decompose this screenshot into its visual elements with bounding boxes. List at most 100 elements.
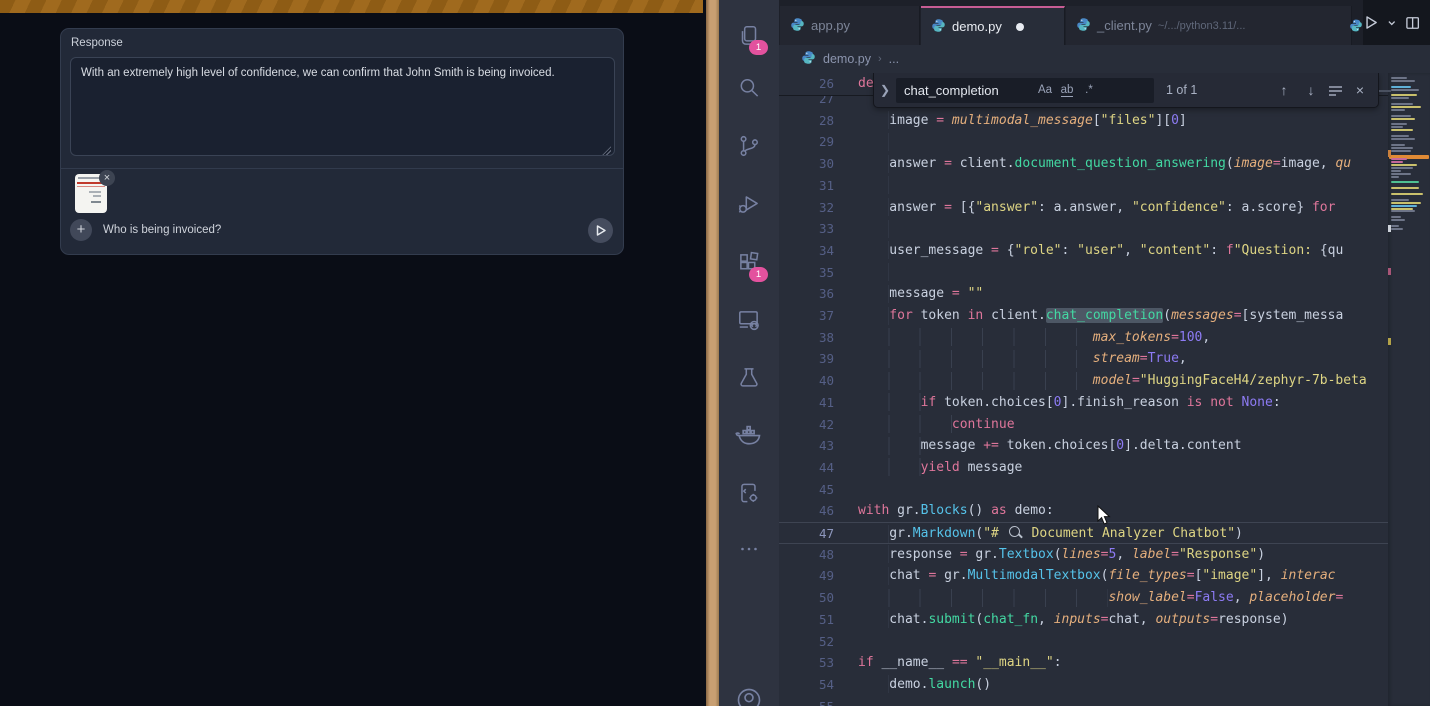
- code-line: 39stream=True,: [779, 348, 1388, 370]
- code-line: 34user_message = {"role": "user", "conte…: [779, 240, 1388, 262]
- window-divider[interactable]: [706, 0, 719, 706]
- code-line: 47gr.Markdown("# Document Analyzer Chatb…: [779, 522, 1388, 544]
- line-number: 43: [779, 435, 834, 457]
- minimap[interactable]: [1388, 73, 1430, 706]
- line-number: 44: [779, 457, 834, 479]
- tab-demo.py[interactable]: demo.py: [921, 6, 1065, 45]
- overview-ruler-marker: [1388, 338, 1391, 345]
- tab-partial[interactable]: [1349, 6, 1363, 45]
- overview-ruler-marker: [1388, 268, 1391, 275]
- code-line: 53if __name__ == "__main__":: [779, 652, 1388, 674]
- tab-label: app.py: [811, 18, 850, 33]
- tab-path: ~/.../python3.11/...: [1158, 20, 1246, 32]
- send-button[interactable]: [588, 218, 613, 243]
- code-lines: 2728image = multimodal_message["files"][…: [779, 73, 1388, 706]
- code-line: 54demo.launch(): [779, 674, 1388, 696]
- tab-bar: _client.py ~/.../python3.11/... demo.py app…: [779, 0, 1430, 45]
- code-line: 50show_label=False, placeholder=: [779, 587, 1388, 609]
- line-number: 46: [779, 500, 834, 522]
- modified-dot-icon: [1016, 23, 1024, 31]
- previous-match-button[interactable]: ↑: [1274, 82, 1294, 98]
- activity-item-testing[interactable]: [719, 355, 779, 403]
- code-line: 44yield message: [779, 457, 1388, 479]
- code-editor[interactable]: 2728image = multimodal_message["files"][…: [779, 73, 1430, 706]
- code-line: 33: [779, 218, 1388, 240]
- code-line: 46with gr.Blocks() as demo:: [779, 500, 1388, 522]
- breadcrumb-file[interactable]: demo.py: [823, 52, 871, 66]
- gradio-app-pane: Response With an extremely high level of…: [0, 0, 706, 706]
- match-case-toggle[interactable]: Aa: [1034, 84, 1056, 96]
- python-icon: [1076, 17, 1097, 35]
- find-widget-sash: [1379, 90, 1391, 92]
- line-number: 47: [779, 523, 834, 545]
- vscode-window: 1 1 _client.py ~/.../python3.11/... demo.py…: [719, 0, 1430, 706]
- code-line: 29: [779, 131, 1388, 153]
- screen: Response With an extremely high level of…: [0, 0, 1430, 706]
- find-results-count: 1 of 1: [1166, 83, 1197, 97]
- find-input-wrap: Aa ab .*: [896, 78, 1154, 103]
- code-line: 55: [779, 696, 1388, 706]
- regex-toggle[interactable]: .*: [1078, 84, 1100, 96]
- next-match-button[interactable]: ↓: [1301, 82, 1321, 98]
- response-textarea[interactable]: With an extremely high level of confiden…: [70, 57, 615, 156]
- run-dropdown-chevron[interactable]: [1387, 18, 1397, 28]
- beaker-icon: [736, 364, 762, 395]
- line-number: 45: [779, 479, 834, 501]
- find-input[interactable]: [896, 83, 1034, 98]
- tab-_client.py[interactable]: _client.py ~/.../python3.11/...: [1066, 6, 1352, 45]
- breadcrumb-chevron-icon: ›: [878, 53, 882, 65]
- line-number: 49: [779, 565, 834, 587]
- editor-actions: [1363, 0, 1430, 45]
- line-number: 34: [779, 240, 834, 262]
- code-line: 37for token in client.chat_completion(me…: [779, 305, 1388, 327]
- split-editor-icon[interactable]: [1405, 15, 1420, 31]
- code-line: 31: [779, 175, 1388, 197]
- line-number: 31: [779, 175, 834, 197]
- activity-item-remote-explorer[interactable]: [719, 298, 779, 346]
- line-number: 28: [779, 110, 834, 132]
- activity-item-search[interactable]: [719, 66, 779, 114]
- docker-icon: [735, 421, 763, 454]
- chat-input[interactable]: Who is being invoiced?: [103, 224, 221, 236]
- line-number: 36: [779, 283, 834, 305]
- activity-badge: 1: [749, 40, 768, 55]
- line-number: 50: [779, 587, 834, 609]
- find-in-selection-icon[interactable]: [1328, 84, 1343, 97]
- response-card: Response With an extremely high level of…: [60, 28, 624, 255]
- activity-item-explorer[interactable]: 1: [719, 14, 779, 62]
- whole-word-toggle[interactable]: ab: [1056, 84, 1078, 96]
- send-icon: [588, 218, 613, 243]
- activity-item-extensions[interactable]: 1: [719, 241, 779, 289]
- overview-ruler-marker: [1388, 225, 1391, 232]
- breadcrumb-more[interactable]: ...: [889, 52, 899, 66]
- tab-app.py[interactable]: app.py: [780, 6, 920, 45]
- activity-item-container-tools[interactable]: [719, 471, 779, 519]
- account-icon: [735, 686, 763, 706]
- breadcrumb: demo.py › ...: [779, 45, 1430, 73]
- code-line: 51chat.submit(chat_fn, inputs=chat, outp…: [779, 609, 1388, 631]
- remove-attachment-button[interactable]: ×: [99, 170, 115, 186]
- activity-item-run-debug[interactable]: [719, 182, 779, 230]
- line-number: 48: [779, 544, 834, 566]
- activity-item-source-control[interactable]: [719, 124, 779, 172]
- python-icon: [931, 18, 952, 36]
- run-button[interactable]: [1363, 14, 1379, 31]
- code-line: 41if token.choices[0].finish_reason is n…: [779, 392, 1388, 414]
- line-number: 55: [779, 696, 834, 706]
- card-divider: [61, 168, 623, 169]
- activity-item-account[interactable]: [719, 678, 779, 706]
- code-line: 43message += token.choices[0].delta.cont…: [779, 435, 1388, 457]
- ellipsis-icon: [736, 536, 762, 567]
- activity-item-docker[interactable]: [719, 413, 779, 461]
- line-number: 32: [779, 197, 834, 219]
- close-find-button[interactable]: ×: [1350, 82, 1370, 98]
- line-number: 30: [779, 153, 834, 175]
- toggle-replace-chevron[interactable]: ❯: [874, 83, 896, 97]
- tab-label: _client.py: [1097, 18, 1152, 33]
- add-file-button[interactable]: +: [70, 219, 92, 241]
- code-line: 52: [779, 631, 1388, 653]
- line-number: 33: [779, 218, 834, 240]
- line-number: 54: [779, 674, 834, 696]
- activity-item-more[interactable]: [719, 527, 779, 575]
- line-number: 51: [779, 609, 834, 631]
